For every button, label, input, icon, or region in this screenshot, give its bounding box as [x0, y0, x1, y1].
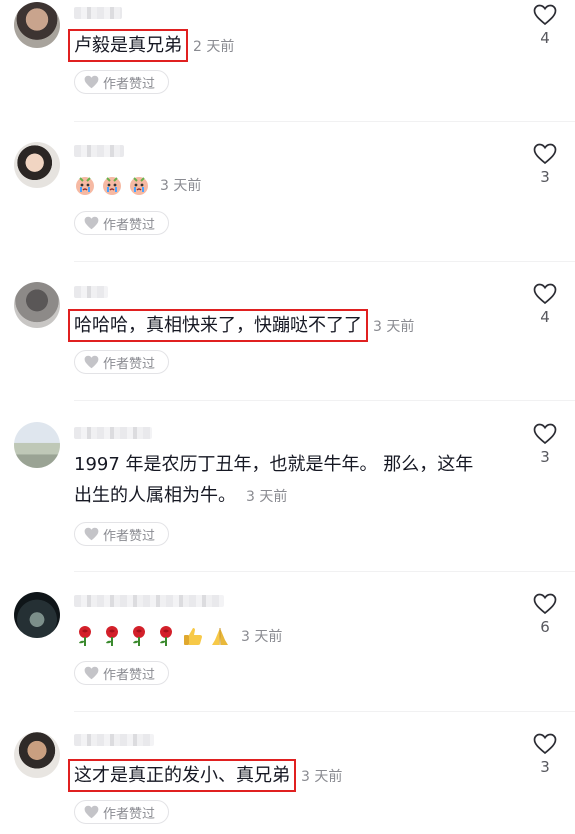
comment-item: 这才是真正的发小、真兄弟 3 天前 作者赞过 3	[0, 730, 575, 834]
comment-item: 3 天前 作者赞过 3	[0, 140, 575, 260]
avatar[interactable]	[14, 592, 60, 638]
avatar[interactable]	[14, 282, 60, 328]
praying-hands-icon	[212, 628, 228, 645]
heart-icon	[84, 355, 99, 369]
comment-text: 哈哈哈，真相快来了，快蹦哒不了了	[68, 309, 368, 342]
like-count: 3	[540, 448, 550, 466]
rose-icon	[160, 626, 172, 646]
heart-outline-icon	[533, 143, 557, 165]
comment-text-line: 1997 年是农历丁丑年，也就是牛年。 那么，这年	[74, 454, 474, 475]
username[interactable]	[74, 427, 152, 439]
comment-time: 3 天前	[301, 769, 343, 785]
heart-outline-icon	[533, 423, 557, 445]
heart-outline-icon	[533, 733, 557, 755]
author-liked-badge: 作者赞过	[74, 70, 169, 94]
heart-outline-icon	[533, 4, 557, 26]
heart-outline-icon	[533, 593, 557, 615]
username[interactable]	[74, 286, 108, 298]
like-button[interactable]: 3	[531, 423, 559, 466]
heart-icon	[84, 805, 99, 819]
avatar[interactable]	[14, 142, 60, 188]
like-count: 3	[540, 758, 550, 776]
rose-icon	[133, 626, 145, 646]
thumbs-up-icon	[184, 628, 202, 645]
username[interactable]	[74, 595, 224, 607]
like-button[interactable]: 6	[531, 593, 559, 636]
comment-item: 卢毅是真兄弟 2 天前 作者赞过 4	[0, 0, 575, 138]
author-liked-badge: 作者赞过	[74, 211, 169, 235]
comment-text: 这才是真正的发小、真兄弟	[68, 759, 296, 792]
comment-text-line: 出生的人属相为牛。	[74, 485, 236, 506]
divider	[74, 121, 575, 122]
divider	[74, 711, 575, 712]
heart-outline-icon	[533, 283, 557, 305]
comment-item: 哈哈哈，真相快来了，快蹦哒不了了 3 天前 作者赞过 4	[0, 280, 575, 400]
heart-icon	[84, 527, 99, 541]
heart-icon	[84, 666, 99, 680]
like-count: 3	[540, 168, 550, 186]
crying-face-icon	[130, 177, 148, 195]
username[interactable]	[74, 7, 122, 19]
divider	[74, 571, 575, 572]
like-count: 4	[540, 29, 550, 47]
comment-text: 卢毅是真兄弟	[68, 29, 188, 62]
author-liked-label: 作者赞过	[103, 76, 156, 92]
crying-face-icon	[76, 177, 94, 195]
username[interactable]	[74, 145, 124, 157]
username[interactable]	[74, 734, 154, 746]
comment-time: 3 天前	[241, 629, 283, 645]
divider	[74, 261, 575, 262]
author-liked-label: 作者赞过	[103, 667, 156, 683]
rose-icon	[79, 626, 91, 646]
avatar[interactable]	[14, 732, 60, 778]
comment-time: 3 天前	[373, 319, 415, 335]
crying-face-icon	[103, 177, 121, 195]
author-liked-badge: 作者赞过	[74, 661, 169, 685]
comment-time: 3 天前	[246, 489, 288, 505]
like-count: 6	[540, 618, 550, 636]
divider	[74, 400, 575, 401]
avatar[interactable]	[14, 2, 60, 48]
like-button[interactable]: 3	[531, 143, 559, 186]
comment-item: 3 天前 作者赞过 6	[0, 590, 575, 710]
author-liked-badge: 作者赞过	[74, 800, 169, 824]
avatar[interactable]	[14, 422, 60, 468]
author-liked-badge: 作者赞过	[74, 350, 169, 374]
comment-item: 1997 年是农历丁丑年，也就是牛年。 那么，这年 出生的人属相为牛。 3 天前 …	[0, 420, 575, 570]
like-count: 4	[540, 308, 550, 326]
like-button[interactable]: 4	[531, 4, 559, 47]
author-liked-label: 作者赞过	[103, 806, 156, 822]
heart-icon	[84, 75, 99, 89]
author-liked-label: 作者赞过	[103, 528, 156, 544]
like-button[interactable]: 4	[531, 283, 559, 326]
rose-icon	[106, 626, 118, 646]
author-liked-badge: 作者赞过	[74, 522, 169, 546]
author-liked-label: 作者赞过	[103, 217, 156, 233]
like-button[interactable]: 3	[531, 733, 559, 776]
author-liked-label: 作者赞过	[103, 356, 156, 372]
comment-time: 2 天前	[193, 39, 235, 55]
heart-icon	[84, 216, 99, 230]
comment-time: 3 天前	[160, 178, 202, 194]
